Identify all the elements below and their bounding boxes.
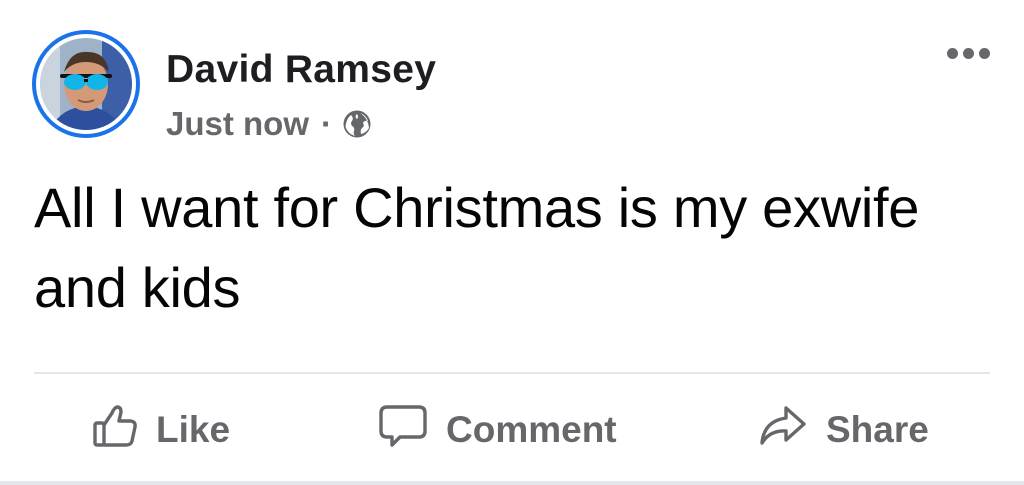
more-dot (947, 48, 958, 59)
post-text: All I want for Christmas is my exwife an… (34, 176, 920, 319)
profile-photo (40, 38, 132, 130)
bottom-border (0, 481, 1024, 485)
post-meta: Just now · (166, 104, 372, 144)
share-label: Share (826, 409, 929, 450)
facebook-post: David Ramsey Just now · All I want for C… (0, 0, 1024, 485)
more-options-icon[interactable] (947, 48, 990, 59)
post-timestamp[interactable]: Just now (166, 105, 309, 143)
comment-bubble-icon (378, 403, 428, 458)
share-arrow-icon (758, 403, 808, 458)
thumbs-up-icon (92, 403, 138, 458)
more-dot (979, 48, 990, 59)
meta-separator: · (321, 105, 333, 142)
divider (34, 372, 990, 374)
avatar[interactable] (32, 30, 140, 138)
share-button[interactable]: Share (758, 400, 929, 460)
globe-icon[interactable] (342, 109, 372, 139)
comment-button[interactable]: Comment (378, 400, 617, 460)
author-name[interactable]: David Ramsey (166, 48, 436, 92)
more-dot (963, 48, 974, 59)
like-label: Like (156, 409, 231, 450)
comment-label: Comment (446, 409, 617, 450)
like-button[interactable]: Like (92, 400, 230, 460)
